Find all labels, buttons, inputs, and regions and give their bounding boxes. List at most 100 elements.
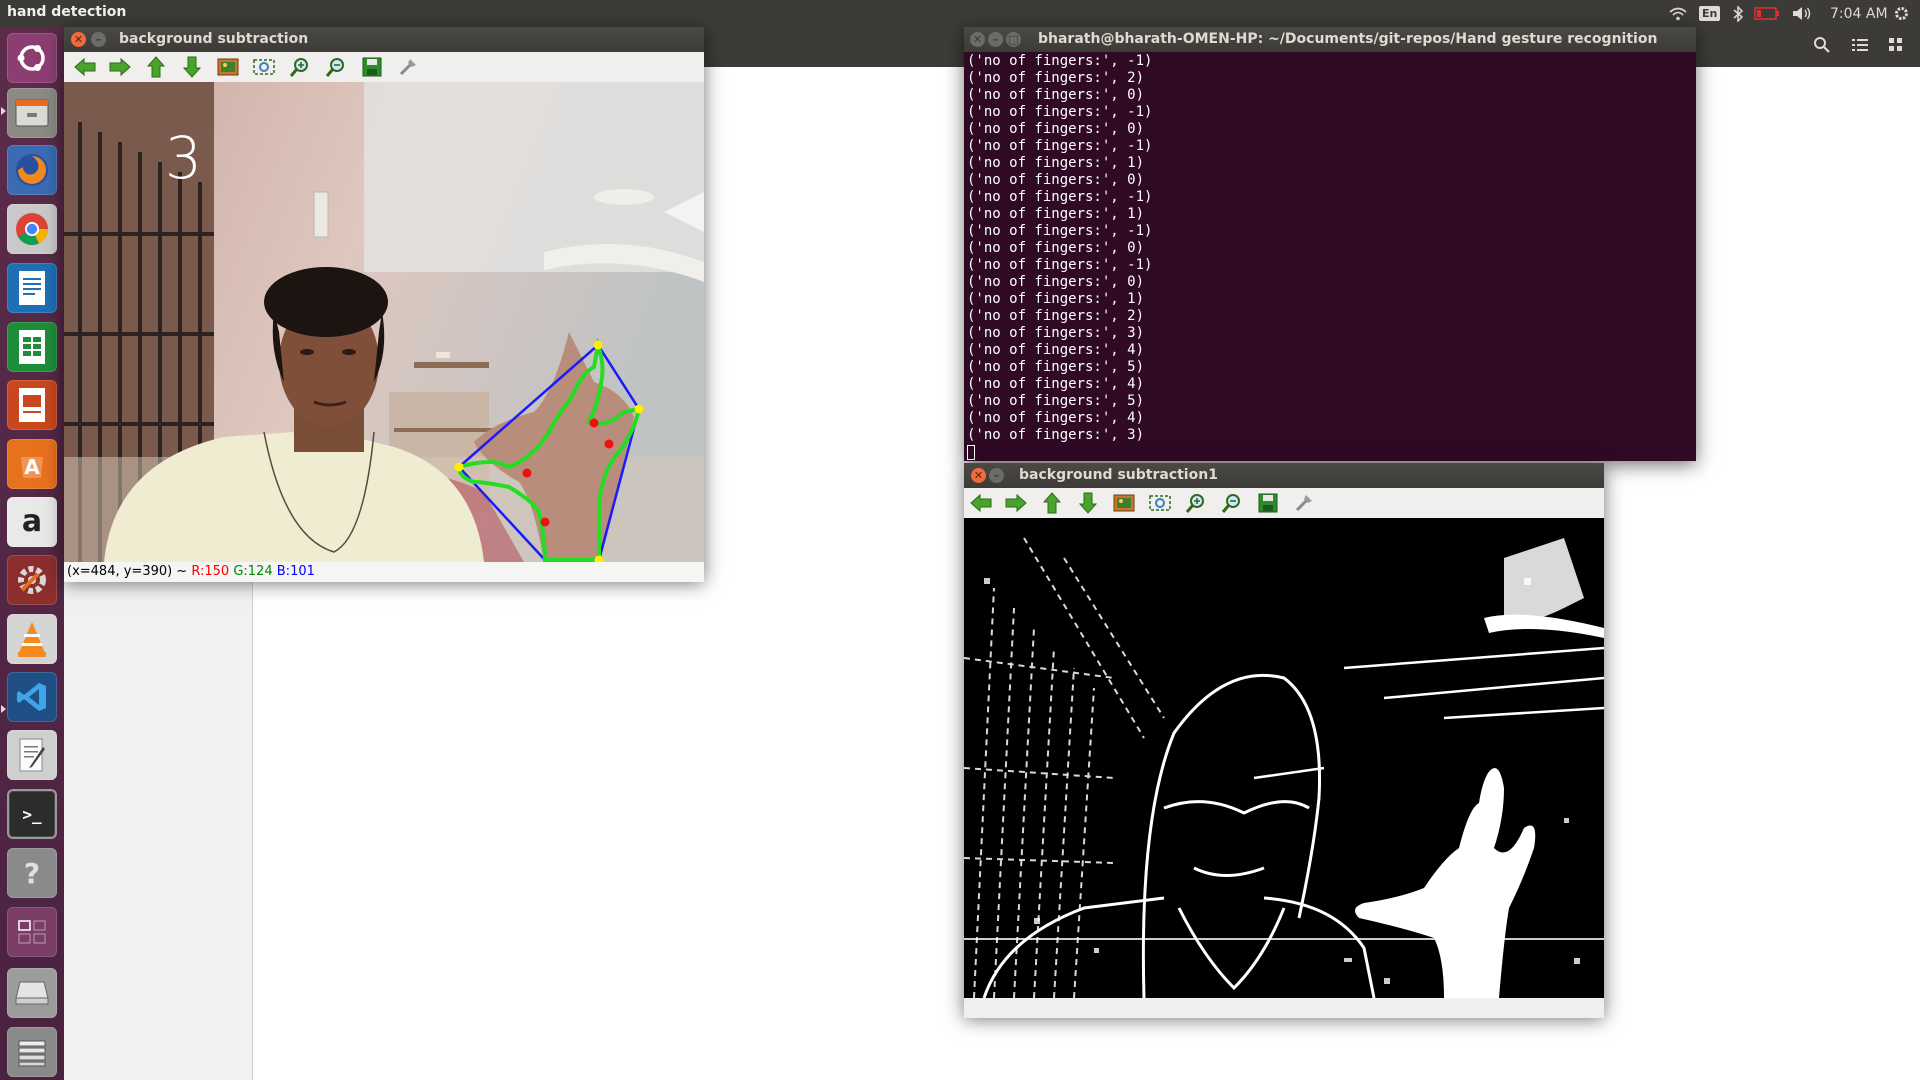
defect-point — [604, 439, 614, 449]
launcher-running-indicator — [1, 107, 6, 115]
status-bar: (x=484, y=390) ~ R:150 G:124 B:101 — [64, 562, 704, 582]
vscode-icon[interactable] — [7, 672, 57, 722]
terminal-line: ('no of fingers:', 5) — [967, 393, 1145, 409]
volume-icon[interactable] — [1792, 3, 1812, 24]
minimize-button[interactable]: – — [91, 32, 106, 47]
ubuntu-dash-icon[interactable] — [7, 33, 57, 83]
save-icon[interactable] — [1255, 491, 1281, 515]
image-icon[interactable] — [1111, 491, 1137, 515]
vlc-icon[interactable] — [7, 614, 57, 664]
terminal-line: ('no of fingers:', 4) — [967, 342, 1145, 358]
status-blue: B:101 — [276, 564, 315, 579]
window-titlebar[interactable]: ✕ – background subtraction1 — [964, 463, 1604, 488]
hand-contour — [456, 337, 642, 562]
window-terminal: ✕ – □ bharath@bharath-OMEN-HP: ~/Documen… — [964, 27, 1696, 461]
terminal-line: ('no of fingers:', -1) — [967, 53, 1153, 69]
arrow-down-icon[interactable] — [179, 55, 205, 79]
help-glyph: ? — [23, 856, 41, 890]
minimize-button[interactable]: – — [988, 32, 1003, 47]
terminal-icon[interactable]: >_ — [7, 789, 57, 839]
terminal-output[interactable]: ('no of fingers:', -1) ('no of fingers:',… — [964, 52, 1696, 461]
status-coordinates: (x=484, y=390) ~ — [67, 564, 192, 579]
zoom-in-icon[interactable] — [287, 55, 313, 79]
grid-view-icon[interactable] — [1888, 37, 1904, 57]
trash-icon[interactable] — [7, 1027, 57, 1077]
libreoffice-impress-icon[interactable] — [7, 380, 57, 430]
terminal-line: ('no of fingers:', 4) — [967, 410, 1145, 426]
properties-icon[interactable] — [1291, 491, 1317, 515]
system-settings-icon[interactable] — [7, 555, 57, 605]
launcher-running-indicator — [1, 705, 6, 713]
hull-point — [593, 340, 603, 350]
terminal-line: ('no of fingers:', -1) — [967, 138, 1153, 154]
arrow-right-icon[interactable] — [107, 55, 133, 79]
window-title: background subtraction1 — [1019, 467, 1218, 483]
terminal-line: ('no of fingers:', 0) — [967, 121, 1145, 137]
maximize-button[interactable]: □ — [1006, 32, 1021, 47]
image-icon[interactable] — [215, 55, 241, 79]
arrow-left-icon[interactable] — [968, 491, 994, 515]
arrow-left-icon[interactable] — [72, 55, 98, 79]
terminal-line: ('no of fingers:', 3) — [967, 325, 1145, 341]
search-icon[interactable] — [1813, 36, 1831, 58]
clock[interactable]: 7:04 AM — [1830, 3, 1888, 24]
arrow-up-icon[interactable] — [143, 55, 169, 79]
libreoffice-writer-icon[interactable] — [7, 263, 57, 313]
close-button[interactable]: ✕ — [970, 32, 985, 47]
minimize-button[interactable]: – — [989, 468, 1004, 483]
amazon-glyph: a — [21, 504, 43, 539]
window-titlebar[interactable]: ✕ – background subtraction — [64, 27, 704, 52]
hull-point — [454, 462, 464, 472]
app-title: hand detection — [7, 4, 127, 20]
close-button[interactable]: ✕ — [971, 468, 986, 483]
terminal-line: ('no of fingers:', 1) — [967, 206, 1145, 222]
drive-icon[interactable] — [7, 968, 57, 1018]
arrow-down-icon[interactable] — [1075, 491, 1101, 515]
arrow-up-icon[interactable] — [1039, 491, 1065, 515]
chrome-icon[interactable] — [7, 204, 57, 254]
camera-feed-view[interactable]: 3 — [64, 82, 704, 562]
bluetooth-icon[interactable] — [1733, 3, 1743, 24]
terminal-line: ('no of fingers:', 2) — [967, 70, 1145, 86]
zoom-fit-icon[interactable] — [251, 55, 277, 79]
terminal-line: ('no of fingers:', 0) — [967, 240, 1145, 256]
top-panel: hand detection En 7:04 AM — [0, 0, 1920, 27]
firefox-icon[interactable] — [7, 145, 57, 195]
amazon-icon[interactable]: a — [7, 497, 57, 547]
workspace-switcher-icon[interactable] — [7, 907, 57, 957]
wifi-icon[interactable] — [1669, 3, 1687, 24]
save-icon[interactable] — [359, 55, 385, 79]
libreoffice-calc-icon[interactable] — [7, 322, 57, 372]
zoom-fit-icon[interactable] — [1147, 491, 1173, 515]
terminal-line: ('no of fingers:', 2) — [967, 308, 1145, 324]
window-background-subtraction: ✕ – background subtraction 3 (x=484, y=3… — [64, 27, 704, 582]
keyboard-layout-label: En — [1699, 6, 1721, 21]
terminal-line: ('no of fingers:', -1) — [967, 223, 1153, 239]
zoom-in-icon[interactable] — [1183, 491, 1209, 515]
arrow-right-icon[interactable] — [1003, 491, 1029, 515]
keyboard-layout-indicator[interactable]: En — [1699, 3, 1721, 24]
terminal-line: ('no of fingers:', -1) — [967, 104, 1153, 120]
files-icon[interactable] — [7, 88, 57, 138]
time-label: 7:04 AM — [1830, 5, 1888, 22]
defect-point — [522, 468, 532, 478]
finger-count-overlay: 3 — [165, 124, 203, 192]
window-title: bharath@bharath-OMEN-HP: ~/Documents/git… — [1038, 31, 1658, 47]
image-toolbar — [64, 52, 704, 83]
terminal-line: ('no of fingers:', 0) — [967, 172, 1145, 188]
battery-icon[interactable] — [1754, 3, 1780, 24]
zoom-out-icon[interactable] — [323, 55, 349, 79]
properties-icon[interactable] — [395, 55, 421, 79]
window-titlebar[interactable]: ✕ – □ bharath@bharath-OMEN-HP: ~/Documen… — [964, 27, 1696, 52]
close-button[interactable]: ✕ — [71, 32, 86, 47]
terminal-prompt-glyph: >_ — [22, 804, 42, 824]
settings-gear-icon[interactable] — [1893, 3, 1910, 24]
terminal-line: ('no of fingers:', -1) — [967, 257, 1153, 273]
ubuntu-software-icon[interactable]: A — [7, 439, 57, 489]
help-icon[interactable]: ? — [7, 848, 57, 898]
foreground-mask-view[interactable] — [964, 518, 1604, 998]
terminal-cursor — [967, 445, 975, 460]
zoom-out-icon[interactable] — [1219, 491, 1245, 515]
text-editor-icon[interactable] — [7, 730, 57, 780]
list-view-icon[interactable] — [1852, 37, 1868, 57]
